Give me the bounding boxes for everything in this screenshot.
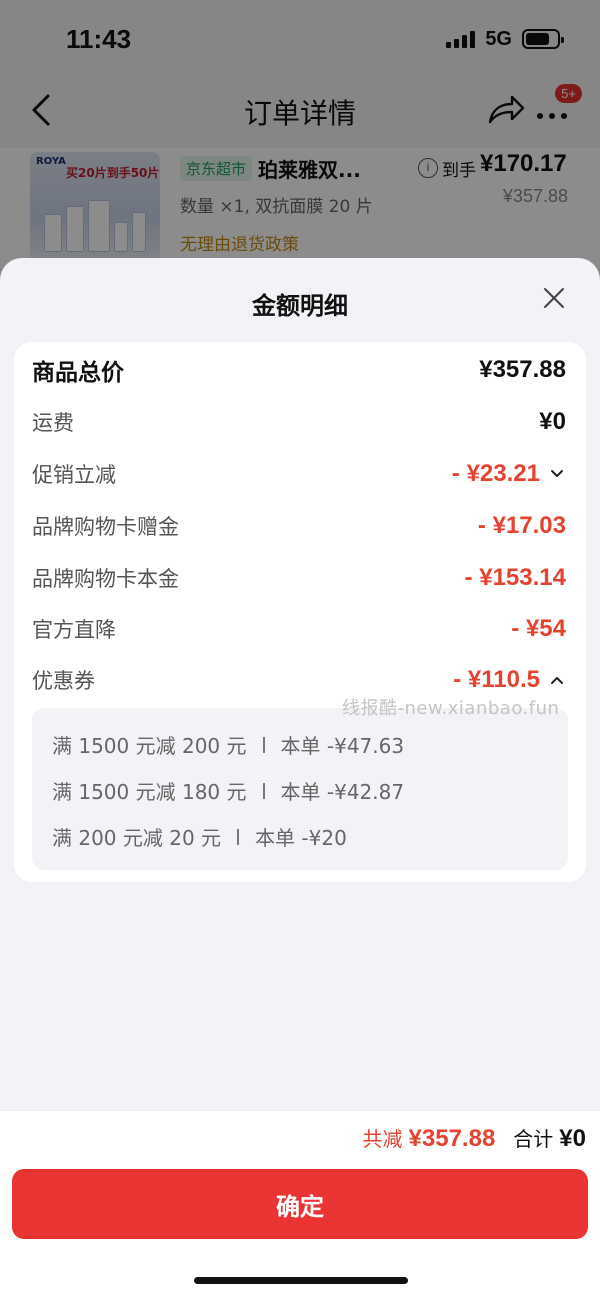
promotion-amount: - ¥23.21	[451, 460, 540, 487]
row-value: - ¥110.5	[453, 666, 566, 694]
coupon-item: 满 1500 元减 200 元 本单 -¥47.63	[52, 730, 404, 759]
total-value: ¥0	[559, 1125, 586, 1152]
row-value: ¥0	[539, 408, 566, 435]
row-label: 品牌购物卡本金	[32, 567, 179, 591]
row-shipping: 运费 ¥0	[32, 402, 566, 442]
row-label: 促销立减	[32, 463, 116, 487]
row-label: 商品总价	[32, 360, 124, 386]
divider	[237, 828, 240, 845]
row-label: 官方直降	[32, 618, 116, 642]
coupon-detail: 本单 -¥42.87	[280, 780, 405, 804]
coupon-rule: 满 1500 元减 200 元	[52, 734, 247, 758]
row-label: 品牌购物卡赠金	[32, 515, 179, 539]
row-value: - ¥23.21	[452, 460, 566, 488]
total-label: 合计	[513, 1127, 554, 1151]
coupon-detail: 本单 -¥47.63	[280, 734, 405, 758]
row-brand-card-bonus: 品牌购物卡赠金 - ¥17.03	[32, 506, 566, 546]
footer-summary: 共减 ¥357.88 合计 ¥0	[363, 1123, 586, 1153]
home-indicator[interactable]	[194, 1277, 408, 1284]
saved-value: ¥357.88	[408, 1125, 496, 1152]
sheet-title: 金额明细	[252, 292, 348, 320]
watermark: 线报酷-new.xianbao.fun	[342, 698, 560, 719]
coupon-item: 满 1500 元减 180 元 本单 -¥42.87	[52, 776, 404, 805]
saved-label: 共减	[362, 1127, 403, 1151]
coupon-detail: 本单 -¥20	[255, 826, 347, 850]
row-label: 优惠券	[32, 669, 95, 693]
row-label: 运费	[32, 411, 74, 435]
row-official-discount: 官方直降 - ¥54	[32, 609, 566, 649]
row-total-price: 商品总价 ¥357.88	[32, 350, 566, 390]
footer-bar: 共减 ¥357.88 合计 ¥0 确定	[0, 1110, 600, 1298]
row-value: - ¥153.14	[464, 564, 566, 591]
row-brand-card-principal: 品牌购物卡本金 - ¥153.14	[32, 558, 566, 598]
divider	[262, 736, 265, 753]
close-icon[interactable]	[542, 286, 566, 310]
coupon-rule: 满 200 元减 20 元	[52, 826, 222, 850]
divider	[262, 782, 265, 799]
row-value: - ¥17.03	[477, 512, 566, 539]
chevron-down-icon[interactable]	[550, 467, 564, 481]
coupon-detail-box: 满 1500 元减 200 元 本单 -¥47.63 满 1500 元减 180…	[32, 708, 568, 870]
row-value: - ¥54	[511, 615, 566, 642]
coupon-amount: - ¥110.5	[453, 666, 540, 693]
row-value: ¥357.88	[479, 356, 566, 383]
confirm-button[interactable]: 确定	[12, 1169, 588, 1239]
dim-overlay[interactable]	[0, 0, 600, 300]
amount-card: 商品总价 ¥357.88 运费 ¥0 促销立减 - ¥23.21 品牌购物卡赠金…	[14, 342, 586, 882]
chevron-up-icon[interactable]	[550, 673, 564, 687]
coupon-item: 满 200 元减 20 元 本单 -¥20	[52, 822, 347, 851]
coupon-rule: 满 1500 元减 180 元	[52, 780, 247, 804]
row-promotion[interactable]: 促销立减 - ¥23.21	[32, 454, 566, 494]
